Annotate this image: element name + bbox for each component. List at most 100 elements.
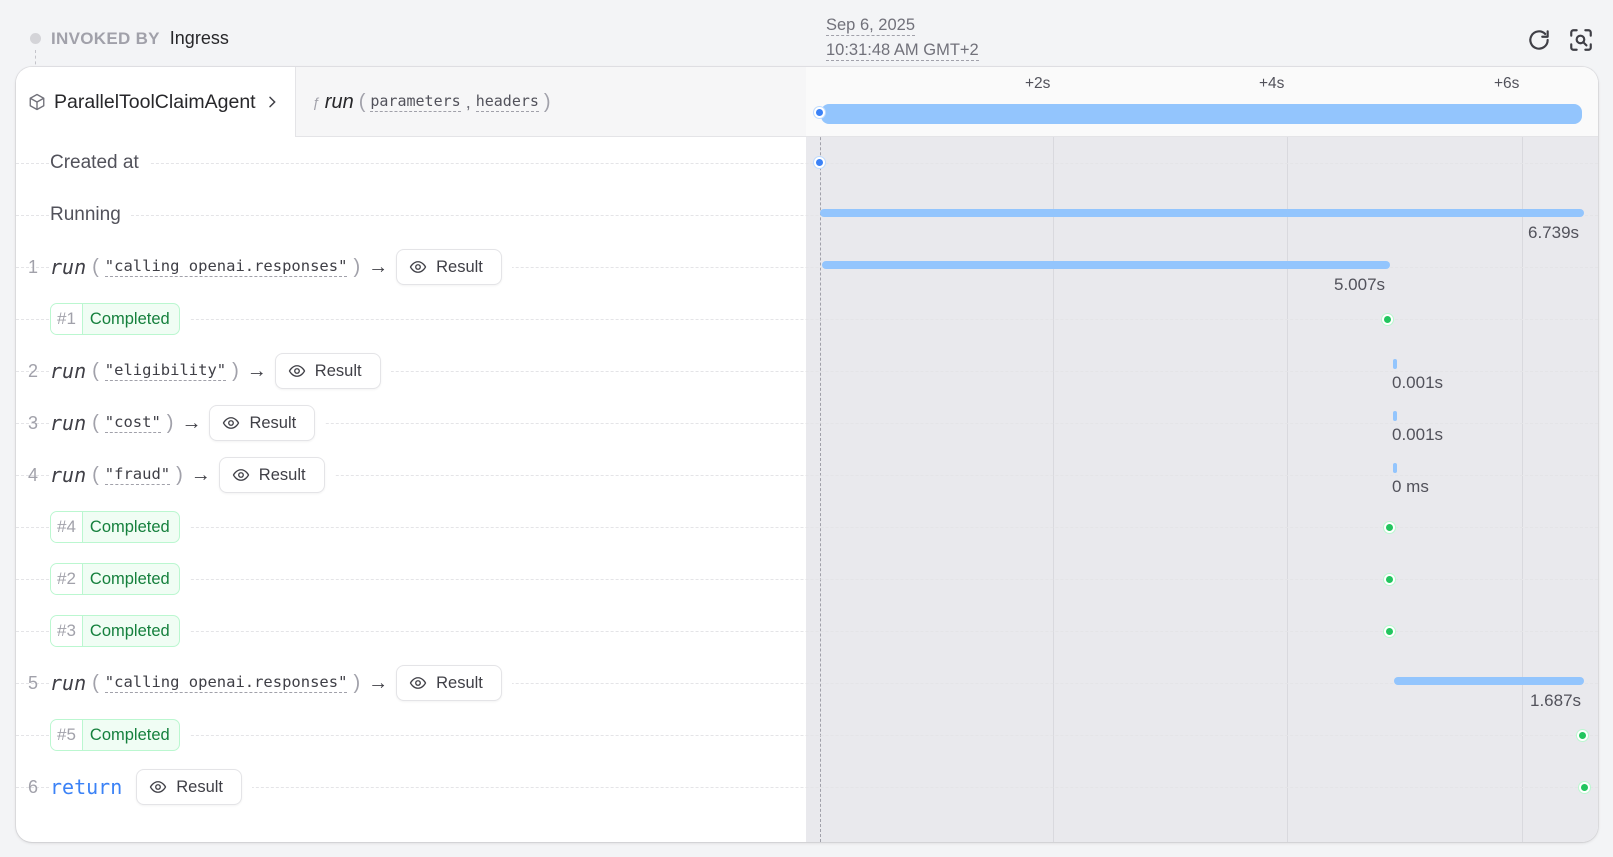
step-number: 3 bbox=[28, 412, 39, 433]
row-step-5: 5 run ( "calling openai.responses" ) → R… bbox=[16, 657, 1598, 710]
completion-marker bbox=[1382, 314, 1393, 325]
arrow-icon: → bbox=[368, 255, 389, 278]
result-button[interactable]: Result bbox=[274, 353, 381, 389]
invoked-by: INVOKED BY Ingress bbox=[30, 28, 229, 49]
result-button[interactable]: Result bbox=[209, 405, 316, 441]
start-marker bbox=[814, 107, 825, 118]
handler-name: run bbox=[324, 90, 354, 113]
running-bar[interactable] bbox=[820, 209, 1584, 217]
step-name[interactable]: "calling openai.responses" bbox=[104, 257, 348, 277]
completed-badge[interactable]: #4 Completed bbox=[50, 511, 180, 543]
eye-icon bbox=[288, 365, 306, 377]
duration: 0.001s bbox=[1392, 373, 1444, 392]
badge-id: #4 bbox=[51, 512, 83, 542]
completion-marker bbox=[1384, 574, 1395, 585]
arrow-icon: → bbox=[181, 411, 202, 434]
badge-status: Completed bbox=[89, 569, 170, 588]
duration: 5.007s bbox=[1334, 275, 1386, 294]
result-button[interactable]: Result bbox=[218, 457, 325, 493]
arrow-icon: → bbox=[368, 671, 389, 694]
arrow-icon: → bbox=[246, 359, 267, 382]
eye-icon bbox=[232, 469, 250, 481]
duration: 0 ms bbox=[1392, 477, 1429, 496]
invocation-bar[interactable] bbox=[821, 104, 1582, 124]
badge-status: Completed bbox=[89, 309, 170, 328]
eye-icon bbox=[409, 677, 427, 689]
start-time: 10:31:48 AM GMT+2 bbox=[826, 41, 979, 61]
step-kind: run bbox=[50, 255, 87, 279]
completed-badge[interactable]: #2 Completed bbox=[50, 563, 180, 595]
row-step-2: 2 run ( "eligibility" ) → Result 0.001s bbox=[16, 345, 1598, 397]
step-name[interactable]: "eligibility" bbox=[104, 361, 227, 381]
service-link[interactable]: ParallelToolClaimAgent bbox=[16, 67, 296, 137]
row-created: Created at bbox=[16, 137, 1598, 189]
badge-id: #2 bbox=[51, 564, 83, 594]
step-bar[interactable] bbox=[1393, 411, 1397, 421]
completion-marker bbox=[1384, 626, 1395, 637]
step-number: 1 bbox=[28, 256, 39, 277]
row-completion-2: #2 Completed bbox=[16, 553, 1598, 605]
start-date: Sep 6, 2025 bbox=[826, 16, 915, 36]
row-step-6: 6 return Result bbox=[16, 761, 1598, 813]
step-kind: run bbox=[50, 671, 87, 695]
completion-marker bbox=[1579, 782, 1590, 793]
created-label: Created at bbox=[50, 152, 139, 173]
step-number: 5 bbox=[28, 672, 39, 693]
duration: 0.001s bbox=[1392, 425, 1444, 444]
chevron-right-icon bbox=[268, 96, 276, 108]
badge-id: #5 bbox=[51, 720, 83, 750]
eye-icon bbox=[223, 417, 240, 429]
badge-id: #1 bbox=[51, 304, 83, 334]
result-button[interactable]: Result bbox=[136, 769, 243, 805]
result-label: Result bbox=[176, 777, 224, 796]
badge-id: #3 bbox=[51, 616, 83, 646]
step-bar[interactable] bbox=[1393, 463, 1397, 473]
invocation-card: ParallelToolClaimAgent ƒ run ( parameter… bbox=[16, 67, 1598, 842]
box-icon bbox=[29, 93, 45, 111]
invoked-dot bbox=[30, 33, 41, 44]
row-completion-3: #3 Completed bbox=[16, 605, 1598, 657]
row-completion-4: #4 Completed bbox=[16, 501, 1598, 553]
refresh-icon[interactable] bbox=[1526, 27, 1552, 53]
invoked-label: INVOKED BY bbox=[51, 28, 160, 48]
zoom-fit-icon[interactable] bbox=[1568, 27, 1594, 53]
function-icon: ƒ bbox=[312, 94, 320, 110]
step-name[interactable]: "cost" bbox=[104, 413, 161, 433]
completion-marker bbox=[1577, 730, 1588, 741]
result-label: Result bbox=[314, 361, 362, 380]
return-keyword: return bbox=[50, 775, 123, 799]
handler-signature: ƒ run ( parameters , headers ) bbox=[312, 90, 551, 113]
tick-label: +6s bbox=[1494, 75, 1520, 92]
created-marker bbox=[814, 157, 825, 168]
result-button[interactable]: Result bbox=[396, 249, 502, 285]
step-number: 2 bbox=[28, 360, 39, 381]
row-step-1: 1 run ( "calling openai.responses" ) → R… bbox=[16, 241, 1598, 294]
result-label: Result bbox=[249, 413, 297, 432]
completed-badge[interactable]: #3 Completed bbox=[50, 615, 180, 647]
result-button[interactable]: Result bbox=[396, 665, 502, 701]
running-label: Running bbox=[50, 204, 121, 225]
step-name[interactable]: "calling openai.responses" bbox=[104, 673, 348, 693]
step-bar[interactable] bbox=[1394, 677, 1584, 685]
row-completion-1: #1 Completed bbox=[16, 293, 1598, 345]
row-step-3: 3 run ( "cost" ) → Result 0.001s bbox=[16, 397, 1598, 449]
step-bar[interactable] bbox=[1393, 359, 1397, 369]
invoked-source: Ingress bbox=[169, 28, 229, 48]
result-label: Result bbox=[258, 465, 306, 484]
param-headers[interactable]: headers bbox=[475, 92, 539, 112]
step-number: 4 bbox=[28, 464, 39, 485]
step-kind: run bbox=[50, 359, 87, 383]
row-step-4: 4 run ( "fraud" ) → Result 0 ms bbox=[16, 449, 1598, 501]
step-name[interactable]: "fraud" bbox=[104, 465, 171, 485]
param-parameters[interactable]: parameters bbox=[370, 92, 461, 112]
completion-marker bbox=[1384, 522, 1395, 533]
completed-badge[interactable]: #1 Completed bbox=[50, 303, 180, 335]
badge-status: Completed bbox=[89, 517, 170, 536]
step-number: 6 bbox=[28, 776, 39, 797]
completed-badge[interactable]: #5 Completed bbox=[50, 719, 180, 751]
step-bar[interactable] bbox=[822, 261, 1390, 269]
arrow-icon: → bbox=[190, 463, 211, 486]
timeline-header bbox=[806, 67, 1598, 136]
result-label: Result bbox=[436, 257, 483, 276]
result-label: Result bbox=[436, 673, 483, 692]
